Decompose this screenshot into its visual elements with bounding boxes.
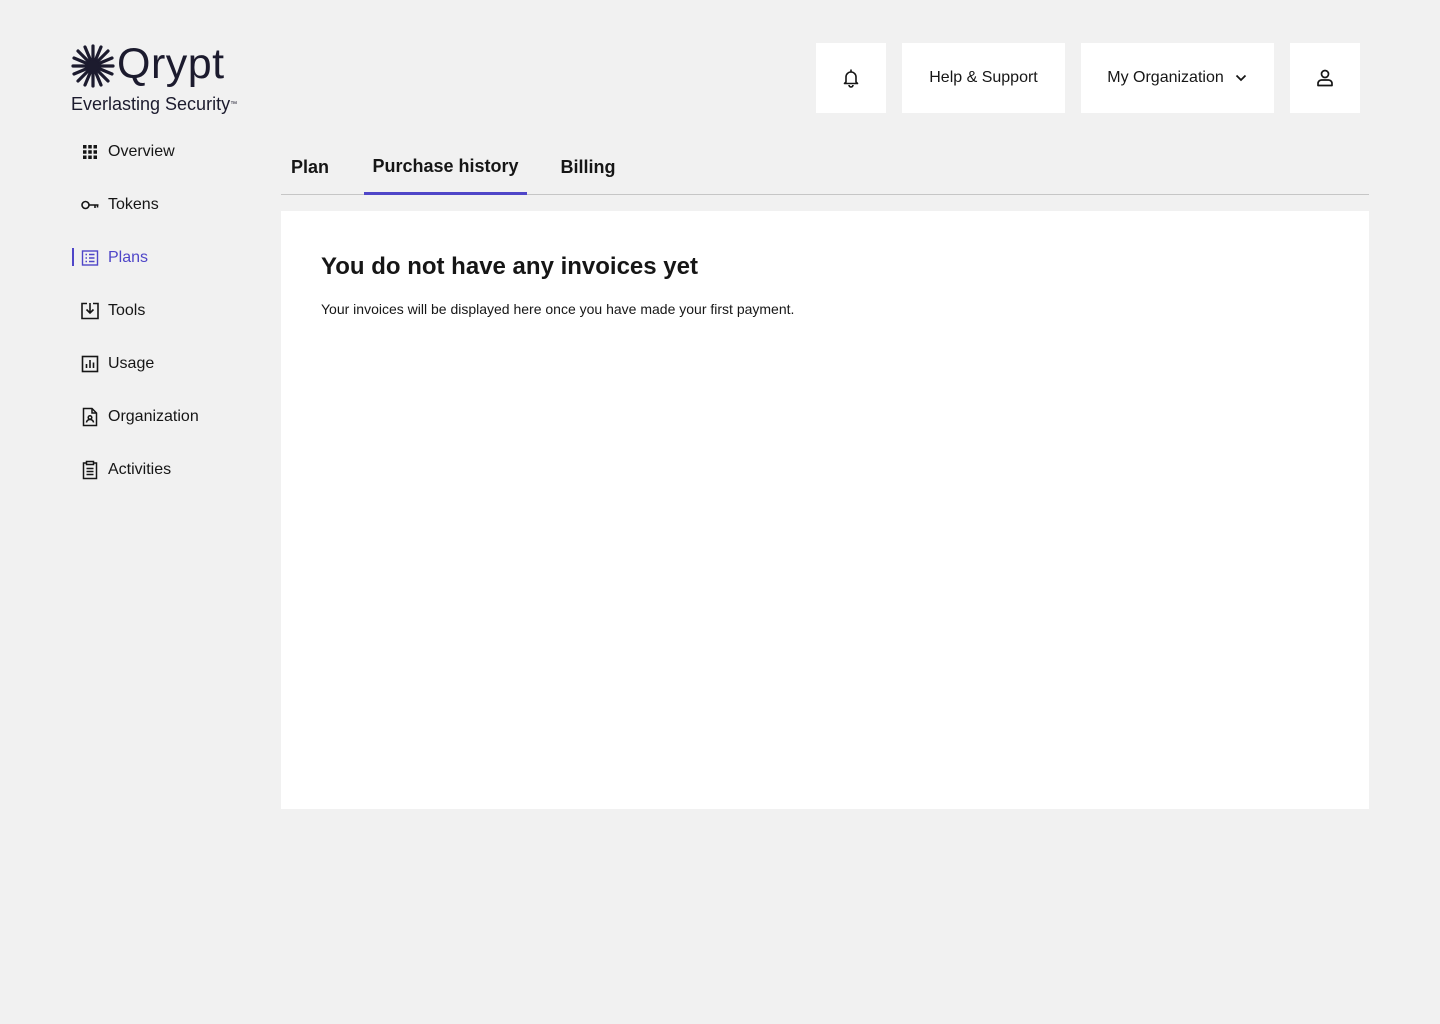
list-icon xyxy=(80,248,100,268)
logo-star-icon xyxy=(71,44,115,88)
sidebar-item-label: Activities xyxy=(108,460,172,478)
organization-dropdown[interactable]: My Organization xyxy=(1081,43,1274,113)
chevron-down-icon xyxy=(1235,74,1246,82)
organization-label: My Organization xyxy=(1107,69,1224,86)
tab-bar: Plan Purchase history Billing xyxy=(281,140,1369,195)
sidebar-item-label: Organization xyxy=(108,407,199,425)
trademark-symbol: ™ xyxy=(230,101,238,108)
sidebar-item-organization[interactable]: Organization xyxy=(72,390,262,443)
sidebar-item-label: Tokens xyxy=(108,195,159,213)
download-icon xyxy=(80,301,100,321)
header-actions: Help & Support My Organization xyxy=(816,43,1360,113)
user-document-icon xyxy=(80,407,100,427)
bell-icon xyxy=(843,69,859,88)
bar-chart-icon xyxy=(80,354,100,374)
tab-plan[interactable]: Plan xyxy=(281,140,339,195)
sidebar-item-activities[interactable]: Activities xyxy=(72,443,262,496)
purchase-history-panel: You do not have any invoices yet Your in… xyxy=(281,211,1369,809)
sidebar-item-tools[interactable]: Tools xyxy=(72,284,262,337)
help-support-label: Help & Support xyxy=(929,69,1038,86)
sidebar-item-label: Tools xyxy=(108,301,146,319)
user-profile-button[interactable] xyxy=(1290,43,1360,113)
sidebar-item-tokens[interactable]: Tokens xyxy=(72,178,262,231)
key-icon xyxy=(80,195,100,215)
brand-name: Qrypt xyxy=(117,40,225,88)
sidebar-item-label: Plans xyxy=(108,248,149,266)
help-support-button[interactable]: Help & Support xyxy=(902,43,1065,113)
sidebar-item-plans[interactable]: Plans xyxy=(72,231,262,284)
sidebar-item-overview[interactable]: Overview xyxy=(72,125,262,178)
clipboard-icon xyxy=(80,460,100,480)
sidebar-item-usage[interactable]: Usage xyxy=(72,337,262,390)
sidebar-nav: Overview Tokens Plans Tools Usage Organi… xyxy=(72,125,262,496)
user-icon xyxy=(1317,69,1333,87)
grid-icon xyxy=(80,142,100,162)
tab-billing[interactable]: Billing xyxy=(551,140,625,195)
brand-logo[interactable]: Qrypt Everlasting Security™ xyxy=(71,40,241,116)
brand-tagline: Everlasting Security™ xyxy=(71,94,238,114)
notifications-button[interactable] xyxy=(816,43,886,113)
sidebar-item-label: Overview xyxy=(108,142,175,160)
empty-state-title: You do not have any invoices yet xyxy=(321,253,698,280)
empty-state-description: Your invoices will be displayed here onc… xyxy=(321,301,795,317)
sidebar-item-label: Usage xyxy=(108,354,155,372)
tab-purchase-history[interactable]: Purchase history xyxy=(364,140,527,195)
